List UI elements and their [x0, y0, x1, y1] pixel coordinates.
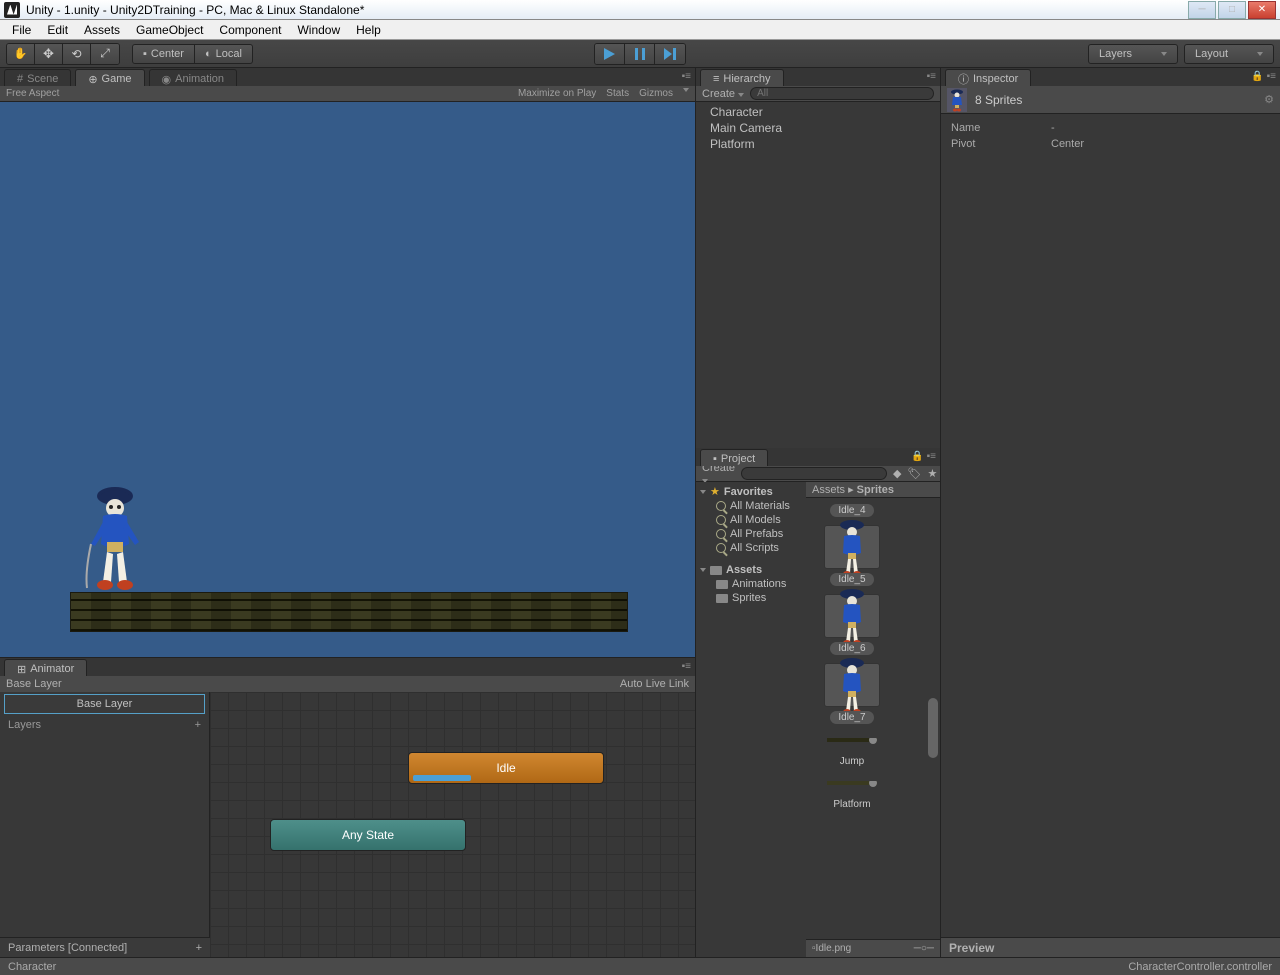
folder-animations[interactable]: Animations [696, 577, 806, 591]
rotate-tool-button[interactable] [63, 44, 91, 64]
inspector-title: 8 Sprites [975, 93, 1022, 107]
asset-idle5[interactable]: Idle_5 [812, 525, 892, 586]
inspector-sprite-icon [947, 88, 967, 112]
tab-scene[interactable]: # Scene [4, 69, 71, 86]
tab-animator[interactable]: ⊞ Animator [4, 659, 87, 676]
asset-jump[interactable]: Jump [812, 732, 892, 767]
menu-assets[interactable]: Assets [76, 21, 128, 39]
platform-sprite [70, 592, 628, 632]
game-viewport[interactable] [0, 102, 695, 657]
layers-label: Layers [8, 719, 41, 731]
filter-materials[interactable]: All Materials [696, 499, 806, 513]
layer-selected[interactable]: Base Layer [4, 694, 205, 714]
aspect-dropdown[interactable]: Free Aspect [6, 88, 59, 99]
hierarchy-item[interactable]: Main Camera [696, 120, 940, 136]
star-filter-icon[interactable]: ★ [927, 467, 937, 480]
project-scrollbar[interactable] [926, 498, 940, 939]
main-toolbar: ▪ Center ◐ Local Layers Layout [0, 40, 1280, 68]
folder-sprites[interactable]: Sprites [696, 591, 806, 605]
tab-hierarchy[interactable]: ≡ Hierarchy [700, 69, 784, 86]
asset-idle7[interactable]: Idle_7 [812, 663, 892, 724]
auto-live-link-toggle[interactable]: Auto Live Link [620, 678, 689, 690]
animator-breadcrumb[interactable]: Base Layer [6, 678, 62, 690]
inspector-gear-icon[interactable]: ⚙ [1264, 93, 1274, 106]
preview-header[interactable]: Preview [941, 937, 1280, 957]
menu-component[interactable]: Component [211, 21, 289, 39]
window-titlebar: Unity - 1.unity - Unity2DTraining - PC, … [0, 0, 1280, 20]
project-tree: ★Favorites All Materials All Models All … [696, 482, 806, 957]
state-idle[interactable]: Idle [408, 752, 604, 784]
layers-dropdown[interactable]: Layers [1088, 44, 1178, 64]
move-tool-button[interactable] [35, 44, 63, 64]
tab-project[interactable]: ▪ Project [700, 449, 768, 466]
gizmos-dropdown[interactable]: Gizmos [639, 88, 673, 99]
hierarchy-item[interactable]: Platform [696, 136, 940, 152]
layout-dropdown[interactable]: Layout [1184, 44, 1274, 64]
menu-edit[interactable]: Edit [39, 21, 76, 39]
inspector-panel: ⓘ Inspector 🔒 ▪≡ 8 Sprites ⚙ Name- Pivot… [941, 68, 1280, 957]
asset-platform[interactable]: Platform [812, 775, 892, 810]
asset-idle6[interactable]: Idle_6 [812, 594, 892, 655]
play-button[interactable] [595, 44, 625, 64]
hand-tool-button[interactable] [7, 44, 35, 64]
hierarchy-item[interactable]: Character [696, 104, 940, 120]
minimize-button[interactable]: ─ [1188, 1, 1216, 19]
label-icon[interactable]: 🏷 [908, 467, 922, 480]
project-footer-path: ▫ Idle.png ─○─ [806, 939, 940, 957]
game-panel-tabs: # Scene ⊕ Game ◉ Animation ▪≡ [0, 68, 695, 86]
project-panel: ▪ Project 🔒 ▪≡ Create ◆ 🏷 ★ ★Favorites A… [696, 448, 940, 957]
scale-tool-button[interactable] [91, 44, 119, 64]
pivot-local-button[interactable]: ◐ Local [195, 44, 253, 64]
menu-help[interactable]: Help [348, 21, 389, 39]
animator-graph[interactable]: Idle Any State [210, 692, 695, 957]
hierarchy-context-icon[interactable]: ▪≡ [927, 71, 936, 82]
maximize-on-play-toggle[interactable]: Maximize on Play [518, 88, 596, 99]
state-any[interactable]: Any State [270, 819, 466, 851]
animator-panel: ⊞ Animator ▪≡ Base Layer Auto Live Link … [0, 657, 695, 957]
maximize-button[interactable]: □ [1218, 1, 1246, 19]
asset-idle4[interactable]: Idle_4 [812, 504, 892, 517]
filter-models[interactable]: All Models [696, 513, 806, 527]
hierarchy-create-dropdown[interactable]: Create [702, 88, 744, 100]
add-parameter-button[interactable]: + [196, 942, 202, 954]
step-button[interactable] [655, 44, 685, 64]
stats-toggle[interactable]: Stats [606, 88, 629, 99]
filter-prefabs[interactable]: All Prefabs [696, 527, 806, 541]
state-progress-bar [413, 775, 471, 781]
project-breadcrumb: Assets ▸ Sprites [806, 482, 940, 498]
close-button[interactable]: ✕ [1248, 1, 1276, 19]
menu-file[interactable]: File [4, 21, 39, 39]
hierarchy-panel: ≡ Hierarchy ▪≡ Create Character Main Cam… [696, 68, 940, 448]
tab-game[interactable]: ⊕ Game [75, 69, 144, 86]
tab-animation[interactable]: ◉ Animation [149, 69, 238, 86]
menu-gameobject[interactable]: GameObject [128, 21, 211, 39]
filter-icon[interactable]: ◆ [893, 467, 901, 480]
animator-context-icon[interactable]: ▪≡ [682, 661, 691, 672]
pause-button[interactable] [625, 44, 655, 64]
pivot-center-button[interactable]: ▪ Center [132, 44, 195, 64]
character-sprite [85, 482, 145, 592]
menu-window[interactable]: Window [289, 21, 348, 39]
window-title: Unity - 1.unity - Unity2DTraining - PC, … [26, 3, 1188, 17]
gizmos-chevron-icon [683, 88, 689, 92]
unity-logo-icon [4, 2, 20, 18]
status-left: Character [8, 961, 56, 973]
project-context-icon[interactable]: 🔒 ▪≡ [911, 451, 936, 462]
panel-context-icon[interactable]: ▪≡ [682, 71, 691, 82]
status-right: CharacterController.controller [1128, 961, 1272, 973]
menu-bar: File Edit Assets GameObject Component Wi… [0, 20, 1280, 40]
hierarchy-search-input[interactable] [750, 87, 934, 100]
filter-scripts[interactable]: All Scripts [696, 541, 806, 555]
project-search-input[interactable] [741, 467, 887, 480]
status-bar: Character CharacterController.controller [0, 957, 1280, 975]
tab-inspector[interactable]: ⓘ Inspector [945, 69, 1031, 86]
add-layer-button[interactable]: + [195, 719, 201, 731]
parameters-row: Parameters [Connected] + [0, 937, 210, 957]
inspector-context-icon[interactable]: 🔒 ▪≡ [1251, 71, 1276, 82]
